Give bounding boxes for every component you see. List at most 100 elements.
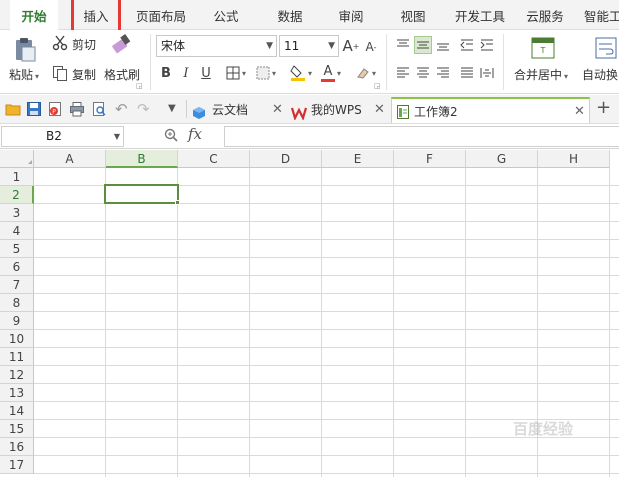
align-bottom-icon[interactable] [434, 36, 452, 54]
align-right-icon[interactable] [434, 64, 452, 82]
font-size-select[interactable]: 11 ▼ [279, 35, 339, 57]
select-all-corner[interactable] [0, 150, 34, 168]
paste-icon[interactable] [12, 36, 38, 62]
tab-data[interactable]: 数据 [270, 0, 310, 30]
tab-formulas[interactable]: 公式 [206, 0, 246, 30]
column-header-c[interactable]: C [178, 150, 250, 168]
cut-button[interactable]: 剪切 [72, 36, 96, 53]
row-header-16[interactable]: 16 [0, 438, 34, 456]
row-header-12[interactable]: 12 [0, 366, 34, 384]
row-header-11[interactable]: 11 [0, 348, 34, 366]
distributed-align-icon[interactable] [478, 64, 496, 82]
paste-button[interactable]: 粘贴 ▾ [9, 66, 39, 83]
column-header-b[interactable]: B [106, 150, 178, 168]
font-name-value: 宋体 [161, 39, 186, 53]
merge-center-label: 合并居中 [514, 68, 563, 82]
print-preview-icon[interactable] [91, 101, 107, 117]
doc-tab-workbook2[interactable]: 工作簿2 ✕ [391, 97, 590, 123]
tab-developer[interactable]: 开发工具 [450, 0, 510, 30]
tab-smart-tools[interactable]: 智能工 [584, 0, 619, 30]
doc-tab-cloud-docs[interactable]: 云文档 ✕ [192, 97, 288, 123]
clipboard-launcher-icon[interactable]: ◲ [136, 82, 143, 90]
copy-icon[interactable] [52, 65, 68, 81]
save-icon[interactable] [26, 101, 42, 117]
column-header-e[interactable]: E [322, 150, 394, 168]
tab-home[interactable]: 开始 [10, 0, 58, 31]
row-header-10[interactable]: 10 [0, 330, 34, 348]
font-name-select[interactable]: 宋体 ▼ [156, 35, 277, 57]
justify-icon[interactable] [458, 64, 476, 82]
font-launcher-icon[interactable]: ◲ [374, 82, 381, 90]
row-header-14[interactable]: 14 [0, 402, 34, 420]
bold-button[interactable]: B [158, 64, 174, 82]
column-header-d[interactable]: D [250, 150, 322, 168]
qabar-separator [186, 100, 187, 118]
clear-format-icon[interactable]: ▾ [354, 63, 378, 83]
row-header-7[interactable]: 7 [0, 276, 34, 294]
fill-pattern-icon[interactable]: ▾ [254, 64, 278, 82]
row-header-6[interactable]: 6 [0, 258, 34, 276]
close-tab-icon[interactable]: ✕ [574, 99, 585, 125]
underline-button[interactable]: U [198, 64, 214, 82]
row-header-4[interactable]: 4 [0, 222, 34, 240]
align-center-icon[interactable] [414, 64, 432, 82]
shrink-font-letter: A [365, 40, 374, 54]
formula-input[interactable] [224, 126, 619, 147]
row-header-3[interactable]: 3 [0, 204, 34, 222]
align-middle-icon[interactable] [414, 36, 432, 54]
column-header-h[interactable]: H [538, 150, 610, 168]
wrap-text-icon[interactable] [594, 36, 618, 60]
decrease-indent-icon[interactable] [458, 36, 476, 54]
row-header-15[interactable]: 15 [0, 420, 34, 438]
doc-tab-my-wps[interactable]: 我的WPS ✕ [290, 97, 389, 123]
close-tab-icon[interactable]: ✕ [374, 97, 385, 123]
tab-view[interactable]: 视图 [393, 0, 433, 30]
print-icon[interactable] [69, 101, 85, 117]
row-header-2[interactable]: 2 [0, 186, 34, 204]
shrink-font-button[interactable]: A- [364, 38, 378, 56]
open-folder-icon[interactable] [5, 101, 21, 117]
row-header-17[interactable]: 17 [0, 456, 34, 474]
insert-function-button[interactable]: fx [188, 125, 202, 143]
row-header-8[interactable]: 8 [0, 294, 34, 312]
close-tab-icon[interactable]: ✕ [272, 97, 283, 123]
export-pdf-icon[interactable]: P [47, 101, 63, 117]
column-header-a[interactable]: A [34, 150, 106, 168]
tab-cloud-services[interactable]: 云服务 [522, 0, 568, 30]
column-header-g[interactable]: G [466, 150, 538, 168]
wrap-text-button[interactable]: 自动换 [582, 66, 618, 83]
quick-access-bar: P ↶ ↷ ▼ 云文档 ✕ 我的WPS ✕ 工作簿2 ✕ + [0, 95, 619, 124]
customize-toolbar-icon[interactable]: ▼ [168, 101, 184, 117]
fill-color-icon[interactable]: ▾ [288, 63, 314, 83]
column-header-f[interactable]: F [394, 150, 466, 168]
fill-handle[interactable] [175, 200, 180, 205]
merge-center-button[interactable]: 合并居中 ▾ [514, 66, 568, 83]
font-color-button[interactable]: A ▾ [318, 63, 344, 83]
row-header-9[interactable]: 9 [0, 312, 34, 330]
redo-icon[interactable]: ↷ [137, 101, 153, 117]
row-header-13[interactable]: 13 [0, 384, 34, 402]
scissors-icon[interactable] [52, 35, 68, 51]
merge-center-icon[interactable]: T [530, 36, 556, 60]
tab-review[interactable]: 审阅 [331, 0, 371, 30]
zoom-search-icon[interactable] [163, 127, 179, 146]
selected-cell[interactable] [104, 184, 179, 204]
row-header-1[interactable]: 1 [0, 168, 34, 186]
align-top-icon[interactable] [394, 36, 412, 54]
grow-font-button[interactable]: A + [343, 36, 360, 56]
tab-page-layout[interactable]: 页面布局 [131, 0, 191, 30]
new-tab-icon[interactable]: + [596, 98, 611, 118]
increase-indent-icon[interactable] [478, 36, 496, 54]
copy-button[interactable]: 复制 [72, 66, 96, 83]
column-gridline [177, 168, 178, 477]
align-left-icon[interactable] [394, 64, 412, 82]
font-size-value: 11 [284, 39, 300, 53]
format-painter-button[interactable]: 格式刷 [104, 66, 140, 83]
ribbon-separator [386, 34, 387, 90]
borders-icon[interactable]: ▾ [224, 64, 248, 82]
name-box[interactable]: B2 ▼ [1, 126, 124, 147]
row-header-5[interactable]: 5 [0, 240, 34, 258]
format-painter-icon[interactable] [108, 34, 134, 60]
undo-icon[interactable]: ↶ [115, 101, 131, 117]
italic-button[interactable]: I [178, 64, 194, 82]
